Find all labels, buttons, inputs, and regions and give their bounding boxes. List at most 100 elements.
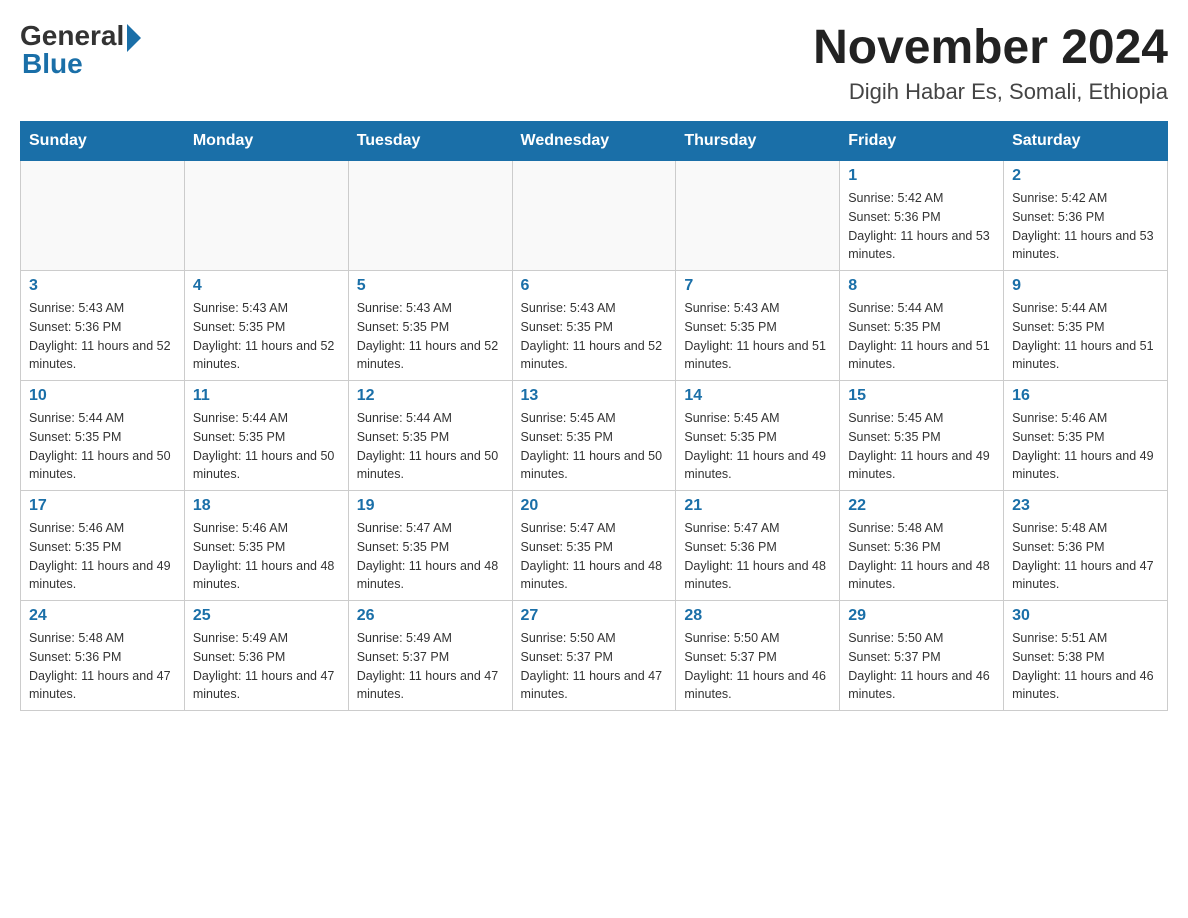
calendar-cell: 25 Sunrise: 5:49 AM Sunset: 5:36 PM Dayli… <box>184 601 348 711</box>
calendar-table: SundayMondayTuesdayWednesdayThursdayFrid… <box>20 121 1168 711</box>
day-number: 7 <box>684 277 831 295</box>
day-info: Sunrise: 5:42 AM Sunset: 5:36 PM Dayligh… <box>1012 189 1159 264</box>
weekday-header-thursday: Thursday <box>676 122 840 161</box>
day-info: Sunrise: 5:49 AM Sunset: 5:37 PM Dayligh… <box>357 629 504 704</box>
calendar-cell: 14Sunrise: 5:45 AM Sunset: 5:35 PM Dayli… <box>676 381 840 491</box>
day-number: 25 <box>193 607 340 625</box>
day-number: 15 <box>848 387 995 405</box>
day-info: Sunrise: 5:47 AM Sunset: 5:36 PM Dayligh… <box>684 519 831 594</box>
day-number: 10 <box>29 387 176 405</box>
calendar-cell: 26 Sunrise: 5:49 AM Sunset: 5:37 PM Dayli… <box>348 601 512 711</box>
location-title: Digih Habar Es, Somali, Ethiopia <box>813 79 1168 105</box>
calendar-cell <box>184 161 348 271</box>
day-info: Sunrise: 5:48 AM Sunset: 5:36 PM Dayligh… <box>848 519 995 594</box>
calendar-cell: 28 Sunrise: 5:50 AM Sunset: 5:37 PM Dayli… <box>676 601 840 711</box>
calendar-week-1: 1 Sunrise: 5:42 AM Sunset: 5:36 PM Daylig… <box>21 161 1168 271</box>
calendar-cell: 7 Sunrise: 5:43 AM Sunset: 5:35 PM Daylig… <box>676 271 840 381</box>
calendar-week-2: 3 Sunrise: 5:43 AM Sunset: 5:36 PM Daylig… <box>21 271 1168 381</box>
day-number: 21 <box>684 497 831 515</box>
day-info: Sunrise: 5:42 AM Sunset: 5:36 PM Dayligh… <box>848 189 995 264</box>
day-number: 12 <box>357 387 504 405</box>
day-number: 5 <box>357 277 504 295</box>
day-info: Sunrise: 5:50 AM Sunset: 5:37 PM Dayligh… <box>848 629 995 704</box>
day-info: Sunrise: 5:45 AM Sunset: 5:35 PM Dayligh… <box>684 409 831 484</box>
day-info: Sunrise: 5:46 AM Sunset: 5:35 PM Dayligh… <box>29 519 176 594</box>
calendar-cell: 3 Sunrise: 5:43 AM Sunset: 5:36 PM Daylig… <box>21 271 185 381</box>
weekday-header-wednesday: Wednesday <box>512 122 676 161</box>
day-info: Sunrise: 5:50 AM Sunset: 5:37 PM Dayligh… <box>521 629 668 704</box>
calendar-cell: 12 Sunrise: 5:44 AM Sunset: 5:35 PM Dayli… <box>348 381 512 491</box>
day-number: 11 <box>193 387 340 405</box>
day-info: Sunrise: 5:46 AM Sunset: 5:35 PM Dayligh… <box>1012 409 1159 484</box>
day-info: Sunrise: 5:51 AM Sunset: 5:38 PM Dayligh… <box>1012 629 1159 704</box>
day-info: Sunrise: 5:44 AM Sunset: 5:35 PM Dayligh… <box>848 299 995 374</box>
day-info: Sunrise: 5:43 AM Sunset: 5:35 PM Dayligh… <box>357 299 504 374</box>
calendar-cell: 30 Sunrise: 5:51 AM Sunset: 5:38 PM Dayli… <box>1004 601 1168 711</box>
calendar-cell: 5 Sunrise: 5:43 AM Sunset: 5:35 PM Daylig… <box>348 271 512 381</box>
month-title: November 2024 <box>813 20 1168 75</box>
calendar-cell: 20 Sunrise: 5:47 AM Sunset: 5:35 PM Dayli… <box>512 491 676 601</box>
day-info: Sunrise: 5:47 AM Sunset: 5:35 PM Dayligh… <box>521 519 668 594</box>
calendar-cell: 15 Sunrise: 5:45 AM Sunset: 5:35 PM Dayli… <box>840 381 1004 491</box>
day-info: Sunrise: 5:44 AM Sunset: 5:35 PM Dayligh… <box>29 409 176 484</box>
calendar-cell: 11 Sunrise: 5:44 AM Sunset: 5:35 PM Dayli… <box>184 381 348 491</box>
calendar-cell <box>512 161 676 271</box>
calendar-cell: 19Sunrise: 5:47 AM Sunset: 5:35 PM Dayli… <box>348 491 512 601</box>
day-info: Sunrise: 5:48 AM Sunset: 5:36 PM Dayligh… <box>1012 519 1159 594</box>
calendar-cell: 13 Sunrise: 5:45 AM Sunset: 5:35 PM Dayli… <box>512 381 676 491</box>
day-info: Sunrise: 5:45 AM Sunset: 5:35 PM Dayligh… <box>521 409 668 484</box>
calendar-cell: 29Sunrise: 5:50 AM Sunset: 5:37 PM Dayli… <box>840 601 1004 711</box>
day-number: 24 <box>29 607 176 625</box>
calendar-cell <box>348 161 512 271</box>
day-number: 18 <box>193 497 340 515</box>
day-info: Sunrise: 5:45 AM Sunset: 5:35 PM Dayligh… <box>848 409 995 484</box>
day-info: Sunrise: 5:43 AM Sunset: 5:35 PM Dayligh… <box>193 299 340 374</box>
weekday-header-monday: Monday <box>184 122 348 161</box>
calendar-cell <box>21 161 185 271</box>
day-number: 30 <box>1012 607 1159 625</box>
day-number: 26 <box>357 607 504 625</box>
day-number: 2 <box>1012 167 1159 185</box>
day-number: 27 <box>521 607 668 625</box>
day-number: 6 <box>521 277 668 295</box>
day-info: Sunrise: 5:48 AM Sunset: 5:36 PM Dayligh… <box>29 629 176 704</box>
day-number: 22 <box>848 497 995 515</box>
calendar-cell: 6 Sunrise: 5:43 AM Sunset: 5:35 PM Daylig… <box>512 271 676 381</box>
day-info: Sunrise: 5:43 AM Sunset: 5:36 PM Dayligh… <box>29 299 176 374</box>
day-number: 20 <box>521 497 668 515</box>
day-info: Sunrise: 5:44 AM Sunset: 5:35 PM Dayligh… <box>1012 299 1159 374</box>
day-number: 1 <box>848 167 995 185</box>
day-info: Sunrise: 5:43 AM Sunset: 5:35 PM Dayligh… <box>684 299 831 374</box>
logo-blue-text: Blue <box>22 48 83 80</box>
day-number: 23 <box>1012 497 1159 515</box>
calendar-week-4: 17 Sunrise: 5:46 AM Sunset: 5:35 PM Dayli… <box>21 491 1168 601</box>
calendar-week-5: 24 Sunrise: 5:48 AM Sunset: 5:36 PM Dayli… <box>21 601 1168 711</box>
weekday-header-saturday: Saturday <box>1004 122 1168 161</box>
calendar-cell <box>676 161 840 271</box>
day-info: Sunrise: 5:46 AM Sunset: 5:35 PM Dayligh… <box>193 519 340 594</box>
weekday-header-tuesday: Tuesday <box>348 122 512 161</box>
day-number: 16 <box>1012 387 1159 405</box>
day-info: Sunrise: 5:49 AM Sunset: 5:36 PM Dayligh… <box>193 629 340 704</box>
day-number: 3 <box>29 277 176 295</box>
day-info: Sunrise: 5:43 AM Sunset: 5:35 PM Dayligh… <box>521 299 668 374</box>
day-info: Sunrise: 5:44 AM Sunset: 5:35 PM Dayligh… <box>193 409 340 484</box>
calendar-week-3: 10 Sunrise: 5:44 AM Sunset: 5:35 PM Dayli… <box>21 381 1168 491</box>
day-number: 4 <box>193 277 340 295</box>
calendar-cell: 24 Sunrise: 5:48 AM Sunset: 5:36 PM Dayli… <box>21 601 185 711</box>
day-info: Sunrise: 5:44 AM Sunset: 5:35 PM Dayligh… <box>357 409 504 484</box>
calendar-cell: 18 Sunrise: 5:46 AM Sunset: 5:35 PM Dayli… <box>184 491 348 601</box>
calendar-header: SundayMondayTuesdayWednesdayThursdayFrid… <box>21 122 1168 161</box>
day-info: Sunrise: 5:50 AM Sunset: 5:37 PM Dayligh… <box>684 629 831 704</box>
day-number: 13 <box>521 387 668 405</box>
weekday-header-sunday: Sunday <box>21 122 185 161</box>
logo: General Blue <box>20 20 141 80</box>
day-number: 28 <box>684 607 831 625</box>
calendar-cell: 2 Sunrise: 5:42 AM Sunset: 5:36 PM Daylig… <box>1004 161 1168 271</box>
title-section: November 2024 Digih Habar Es, Somali, Et… <box>813 20 1168 105</box>
page-header: General Blue November 2024 Digih Habar E… <box>20 20 1168 105</box>
calendar-cell: 21 Sunrise: 5:47 AM Sunset: 5:36 PM Dayli… <box>676 491 840 601</box>
calendar-cell: 23 Sunrise: 5:48 AM Sunset: 5:36 PM Dayli… <box>1004 491 1168 601</box>
day-number: 17 <box>29 497 176 515</box>
day-number: 19 <box>357 497 504 515</box>
